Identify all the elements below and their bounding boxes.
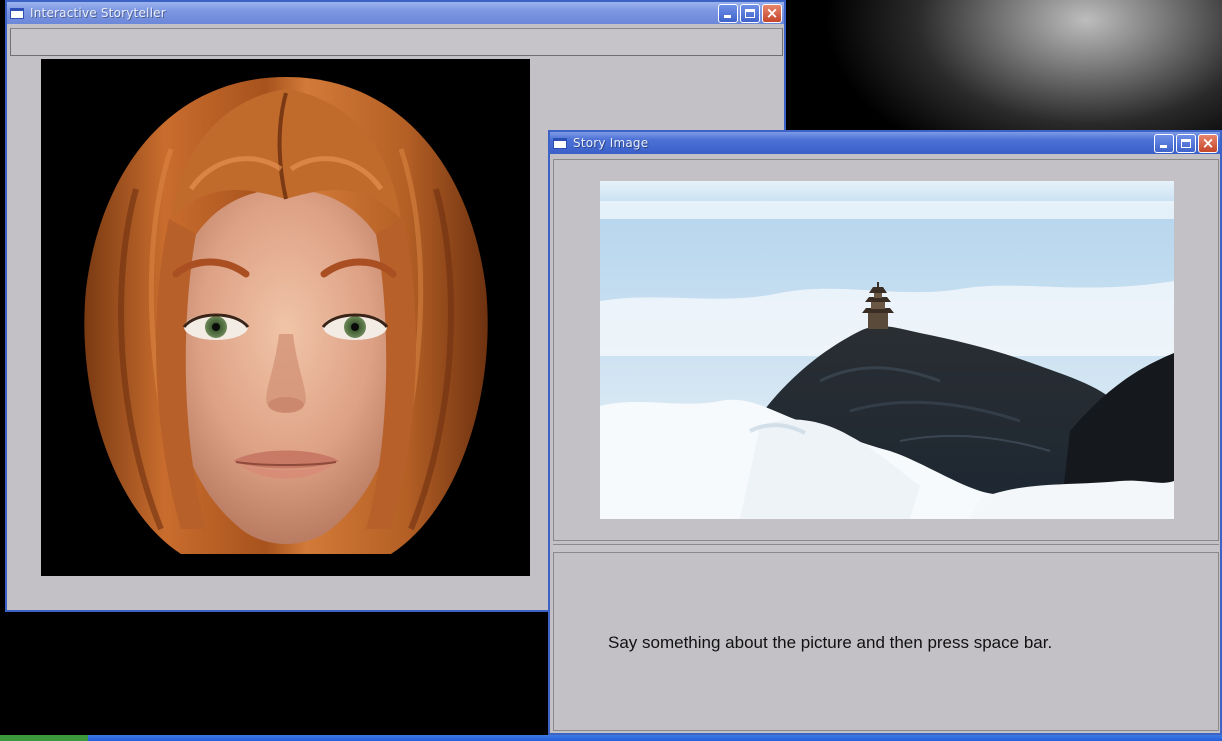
- close-button[interactable]: ×: [1198, 134, 1218, 153]
- avatar-face-render: [84, 77, 488, 554]
- desktop-background: [786, 0, 1222, 130]
- close-icon: ×: [1201, 134, 1215, 152]
- toolbar: [10, 28, 783, 56]
- story-image-titlebar[interactable]: Story Image ×: [550, 132, 1220, 154]
- app-window-icon: [10, 7, 24, 19]
- prompt-text: Say something about the picture and then…: [608, 633, 1053, 652]
- taskbar[interactable]: [0, 735, 1222, 741]
- window-title: Story Image: [573, 136, 649, 150]
- minimize-icon: [724, 15, 731, 18]
- maximize-button[interactable]: [740, 4, 760, 23]
- window-title: Interactive Storyteller: [30, 6, 166, 20]
- minimize-icon: [1160, 145, 1167, 148]
- start-button[interactable]: [0, 735, 88, 741]
- minimize-button[interactable]: [718, 4, 738, 23]
- maximize-icon: [1181, 139, 1191, 148]
- panel-splitter[interactable]: [553, 544, 1219, 553]
- close-button[interactable]: ×: [762, 4, 782, 23]
- app-window-icon: [553, 137, 567, 149]
- maximize-button[interactable]: [1176, 134, 1196, 153]
- avatar-face-canvas[interactable]: [41, 59, 530, 576]
- story-image-window: Story Image × Say something about the pi…: [548, 130, 1222, 735]
- close-icon: ×: [765, 4, 779, 22]
- story-photo: [600, 181, 1174, 519]
- maximize-icon: [745, 9, 755, 18]
- pagoda-mountain-photo: [600, 181, 1174, 519]
- storyteller-titlebar[interactable]: Interactive Storyteller ×: [7, 2, 784, 24]
- text-panel: Say something about the picture and then…: [553, 553, 1219, 731]
- minimize-button[interactable]: [1154, 134, 1174, 153]
- image-panel: [553, 159, 1219, 541]
